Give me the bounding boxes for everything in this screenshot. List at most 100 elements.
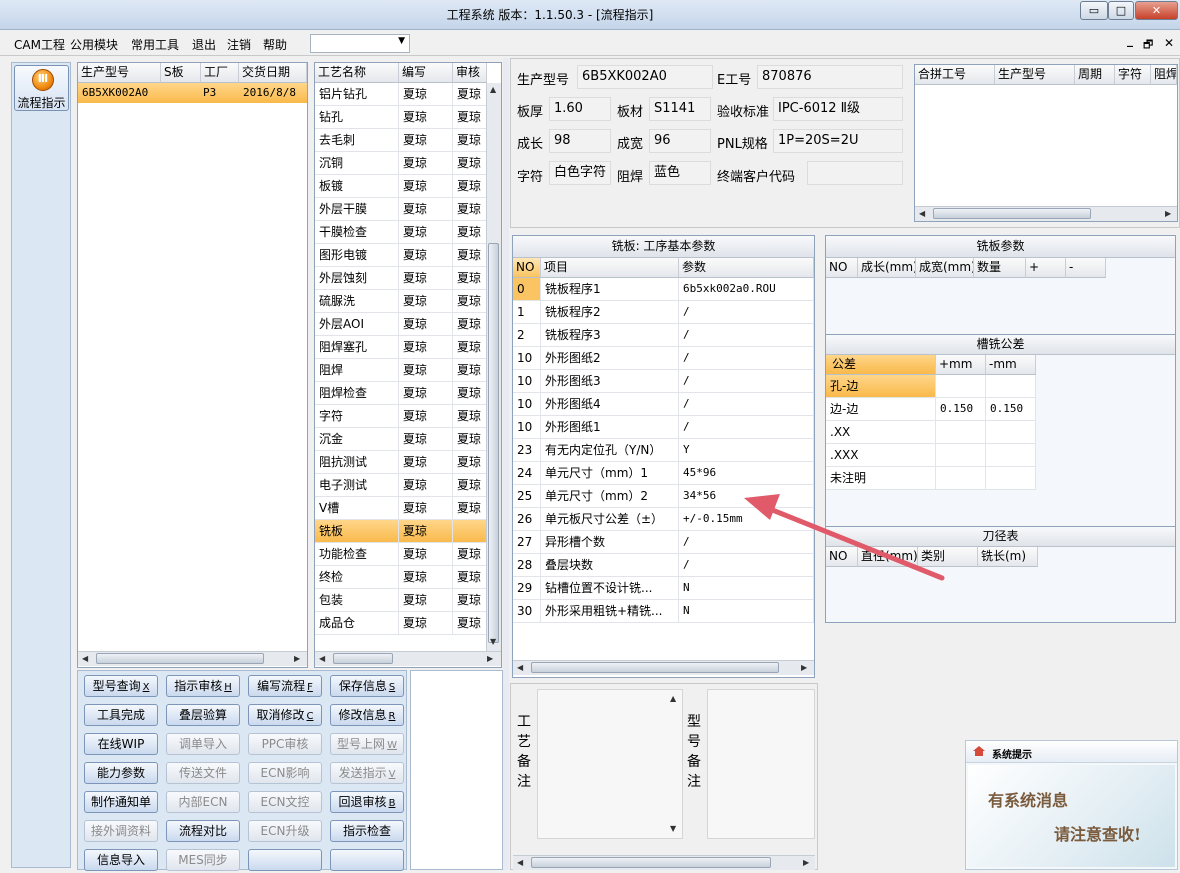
arrow-right-icon[interactable]: ▶ xyxy=(487,654,493,663)
arrow-right-icon[interactable]: ▶ xyxy=(803,858,809,867)
table-row[interactable]: 阻焊检查 夏琼 夏琼 xyxy=(315,382,501,405)
mdi-close-button[interactable]: ✕ xyxy=(1164,36,1174,50)
menu-help[interactable]: 帮助 xyxy=(263,36,287,53)
table-row[interactable]: 30 外形采用粗铣+精铣... N xyxy=(513,600,814,623)
arrow-left-icon[interactable]: ◀ xyxy=(319,654,325,663)
table-row[interactable]: 图形电镀 夏琼 夏琼 xyxy=(315,244,501,267)
width-field[interactable]: 96 xyxy=(649,129,711,153)
model-remark-textarea[interactable] xyxy=(707,689,815,839)
mdi-minimize-button[interactable]: _ xyxy=(1127,33,1133,47)
scroll-thumb[interactable] xyxy=(531,857,771,868)
action-button[interactable]: 工具完成 xyxy=(84,704,158,726)
table-row[interactable]: 阻抗测试 夏琼 夏琼 xyxy=(315,451,501,474)
action-button[interactable]: 编写流程 F xyxy=(248,675,322,697)
table-row[interactable]: 电子测试 夏琼 夏琼 xyxy=(315,474,501,497)
table-row[interactable]: 外层蚀刻 夏琼 夏琼 xyxy=(315,267,501,290)
action-button[interactable]: 型号上网 W xyxy=(330,733,404,755)
action-button[interactable]: 保存信息 S xyxy=(330,675,404,697)
standard-field[interactable]: IPC-6012 Ⅱ级 xyxy=(773,97,903,121)
action-button[interactable]: 发送指示 V xyxy=(330,762,404,784)
action-button[interactable] xyxy=(330,849,404,871)
arrow-up-icon[interactable]: ▲ xyxy=(670,694,676,703)
orders-hscrollbar[interactable]: ◀ ▶ xyxy=(78,651,307,666)
table-row[interactable]: 沉铜 夏琼 夏琼 xyxy=(315,152,501,175)
table-row[interactable]: 终检 夏琼 夏琼 xyxy=(315,566,501,589)
table-row[interactable]: 1 铣板程序2/ xyxy=(513,301,814,324)
arrow-left-icon[interactable]: ◀ xyxy=(82,654,88,663)
menu-common-modules[interactable]: 公用模块 xyxy=(70,36,118,53)
arrow-down-icon[interactable]: ▼ xyxy=(670,824,676,833)
table-row[interactable]: 10 外形图纸3/ xyxy=(513,370,814,393)
table-row[interactable]: 边-边 0.150 0.150 xyxy=(826,398,1175,421)
table-row[interactable]: 6B5XK002A0 P3 2016/8/8 xyxy=(78,83,307,103)
col-header[interactable]: 参数 xyxy=(679,258,814,278)
table-row[interactable]: 沉金 夏琼 夏琼 xyxy=(315,428,501,451)
col-header[interactable]: 编写 xyxy=(399,63,453,83)
col-header[interactable]: 生产型号 xyxy=(78,63,161,83)
combine-hscrollbar[interactable]: ◀ ▶ xyxy=(915,206,1177,221)
table-row[interactable]: 字符 夏琼 夏琼 xyxy=(315,405,501,428)
col-header[interactable]: 阻焊 xyxy=(1151,65,1177,85)
table-row[interactable]: 外层AOI 夏琼 夏琼 xyxy=(315,313,501,336)
arrow-right-icon[interactable]: ▶ xyxy=(1165,209,1171,218)
action-button[interactable]: ECN文控 xyxy=(248,791,322,813)
action-button[interactable]: 修改信息 R xyxy=(330,704,404,726)
action-button[interactable]: 信息导入 xyxy=(84,849,158,871)
silk-field[interactable]: 白色字符 xyxy=(549,161,611,185)
table-row[interactable]: 23 有无内定位孔（Y/N） Y xyxy=(513,439,814,462)
action-button[interactable]: 调单导入 xyxy=(166,733,240,755)
action-button[interactable]: PPC审核 xyxy=(248,733,322,755)
table-row[interactable]: 10 外形图纸1/ xyxy=(513,416,814,439)
col-header[interactable]: 成宽(mm) xyxy=(916,258,974,278)
action-button[interactable]: ECN影响 xyxy=(248,762,322,784)
col-header[interactable]: NO xyxy=(826,258,858,278)
table-row[interactable]: 板镀 夏琼 夏琼 xyxy=(315,175,501,198)
mask-field[interactable]: 蓝色 xyxy=(649,161,711,185)
scroll-thumb[interactable] xyxy=(488,243,499,643)
production-model-field[interactable]: 6B5XK002A0 xyxy=(577,65,713,89)
action-button[interactable]: 制作通知单 xyxy=(84,791,158,813)
col-header[interactable]: 合拼工号 xyxy=(915,65,995,85)
remarks-hscrollbar[interactable]: ◀ ▶ xyxy=(513,855,815,870)
action-button[interactable]: 型号查询 X xyxy=(84,675,158,697)
thickness-field[interactable]: 1.60 xyxy=(549,97,611,121)
system-notification[interactable]: 系统提示 有系统消息 请注意查收! xyxy=(965,740,1178,870)
table-row[interactable]: 干膜检查 夏琼 夏琼 xyxy=(315,221,501,244)
customer-field[interactable] xyxy=(807,161,903,185)
col-header[interactable]: 审核 xyxy=(453,63,487,83)
length-field[interactable]: 98 xyxy=(549,129,611,153)
table-row[interactable]: 功能检查 夏琼 夏琼 xyxy=(315,543,501,566)
col-header[interactable]: 交货日期 xyxy=(239,63,307,83)
col-header[interactable]: 成长(mm) xyxy=(858,258,916,278)
action-button[interactable] xyxy=(248,849,322,871)
maximize-button[interactable]: □ xyxy=(1108,1,1134,20)
col-header[interactable]: 周期 xyxy=(1075,65,1115,85)
col-header[interactable]: NO xyxy=(513,258,541,278)
process-hscrollbar[interactable]: ◀ ▶ xyxy=(315,651,501,666)
action-button[interactable]: 内部ECN xyxy=(166,791,240,813)
pnl-field[interactable]: 1P=20S=2U xyxy=(773,129,903,153)
col-header[interactable]: - xyxy=(1066,258,1106,278)
table-row[interactable]: 铝片钻孔 夏琼 夏琼 xyxy=(315,83,501,106)
arrow-down-icon[interactable]: ▼ xyxy=(490,637,496,646)
table-row[interactable]: 硫脲洗 夏琼 夏琼 xyxy=(315,290,501,313)
minimize-button[interactable]: ▭ xyxy=(1080,1,1108,20)
menu-logout[interactable]: 注销 xyxy=(227,36,251,53)
process-vscrollbar[interactable]: ▲ ▼ xyxy=(486,83,501,651)
scroll-thumb[interactable] xyxy=(96,653,264,664)
arrow-right-icon[interactable]: ▶ xyxy=(294,654,300,663)
nav-process-button[interactable]: Ⅲ 流程指示 xyxy=(14,65,69,111)
menu-exit[interactable]: 退出 xyxy=(192,36,216,53)
table-row[interactable]: 外层干膜 夏琼 夏琼 xyxy=(315,198,501,221)
table-row[interactable]: .XXX xyxy=(826,444,1175,467)
table-row[interactable]: 阻焊 夏琼 夏琼 xyxy=(315,359,501,382)
table-row[interactable]: 0 铣板程序1 6b5xk002a0.ROU xyxy=(513,278,814,301)
material-field[interactable]: S1141 xyxy=(649,97,711,121)
menu-combo-box[interactable]: ▼ xyxy=(310,34,410,53)
action-button[interactable]: 回退审核 B xyxy=(330,791,404,813)
mdi-restore-button[interactable]: 🗗 xyxy=(1143,36,1153,55)
arrow-up-icon[interactable]: ▲ xyxy=(490,85,496,94)
col-header[interactable]: 工艺名称 xyxy=(315,63,399,83)
table-row[interactable]: 包装 夏琼 夏琼 xyxy=(315,589,501,612)
table-row[interactable]: 钻孔 夏琼 夏琼 xyxy=(315,106,501,129)
